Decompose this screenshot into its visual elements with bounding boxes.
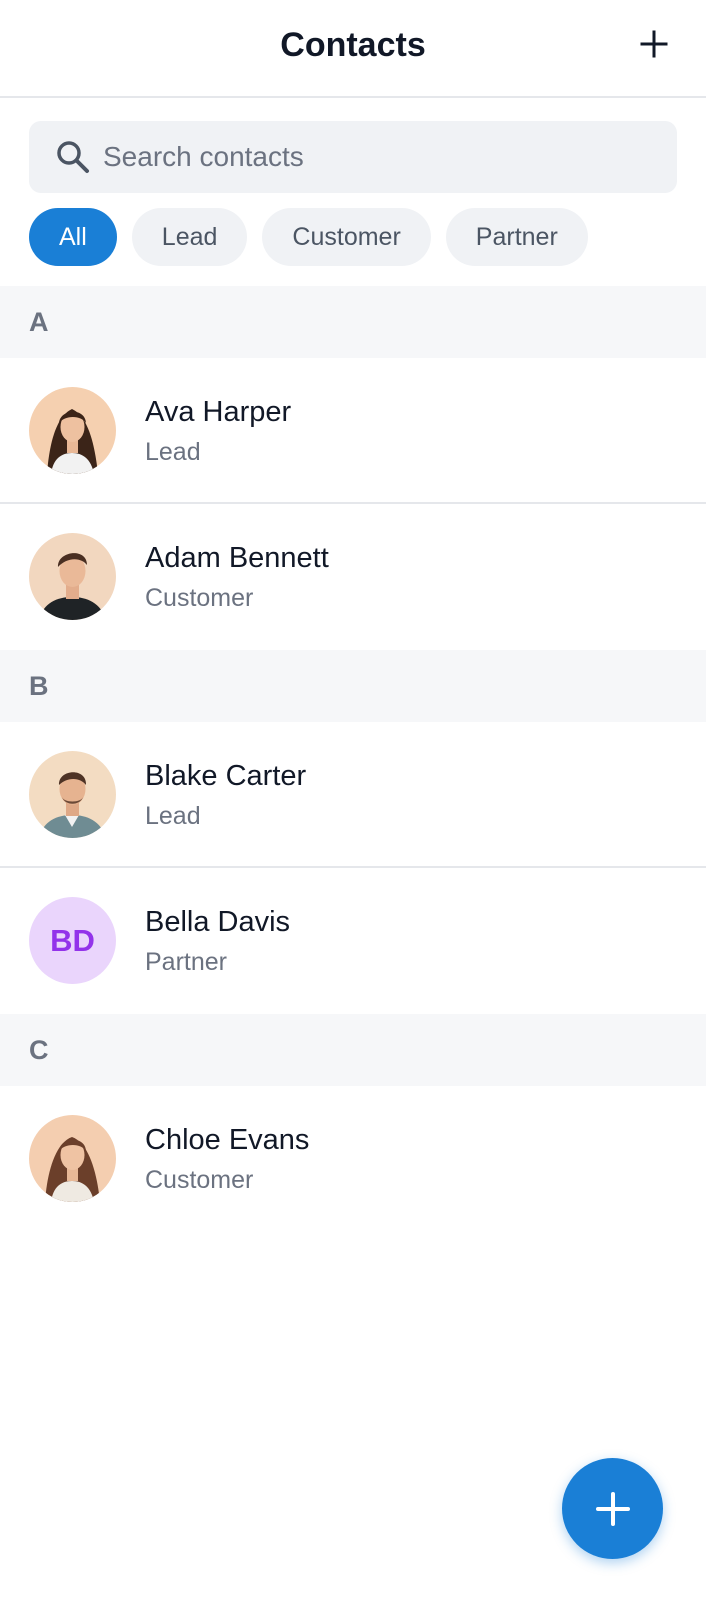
search-input[interactable] — [103, 141, 623, 173]
contact-type: Customer — [145, 584, 254, 612]
contact-type: Customer — [145, 1166, 254, 1194]
section-header-b: B — [0, 650, 706, 722]
contact-row[interactable]: Ava Harper Lead — [0, 358, 706, 504]
contact-row[interactable]: BD Bella Davis Partner — [0, 868, 706, 1014]
app-header: Contacts — [0, 0, 706, 98]
contact-type: Partner — [145, 948, 227, 976]
contact-row[interactable]: Chloe Evans Customer — [0, 1086, 706, 1232]
filter-chip-partner[interactable]: Partner — [445, 208, 588, 266]
filter-chip-lead[interactable]: Lead — [131, 208, 248, 266]
search-icon — [53, 137, 93, 177]
contact-name: Blake Carter — [145, 760, 307, 792]
avatar — [29, 533, 116, 620]
search-bar[interactable] — [29, 121, 677, 193]
contact-name: Adam Bennett — [145, 542, 329, 574]
contact-type: Lead — [145, 438, 201, 466]
page-title: Contacts — [280, 26, 426, 64]
contact-name: Ava Harper — [145, 396, 292, 428]
section-header-c: C — [0, 1014, 706, 1086]
avatar — [29, 387, 116, 474]
section-header-a: A — [0, 286, 706, 358]
plus-icon — [595, 1491, 630, 1526]
filter-chips: All Lead Customer Partner — [29, 208, 588, 266]
add-contact-button[interactable] — [636, 26, 672, 62]
contact-type: Lead — [145, 802, 201, 830]
avatar — [29, 751, 116, 838]
add-contact-fab[interactable] — [562, 1458, 663, 1559]
contact-name: Bella Davis — [145, 906, 291, 938]
contact-row[interactable]: Adam Bennett Customer — [0, 504, 706, 650]
contacts-screen: Contacts All Lead Customer Partner A — [0, 0, 706, 1600]
avatar — [29, 1115, 116, 1202]
plus-icon — [640, 30, 668, 58]
contact-name: Chloe Evans — [145, 1124, 310, 1156]
filter-chip-all[interactable]: All — [29, 208, 117, 266]
filter-chip-customer[interactable]: Customer — [262, 208, 431, 266]
avatar-initials: BD — [29, 897, 116, 984]
contact-row[interactable]: Blake Carter Lead — [0, 722, 706, 868]
